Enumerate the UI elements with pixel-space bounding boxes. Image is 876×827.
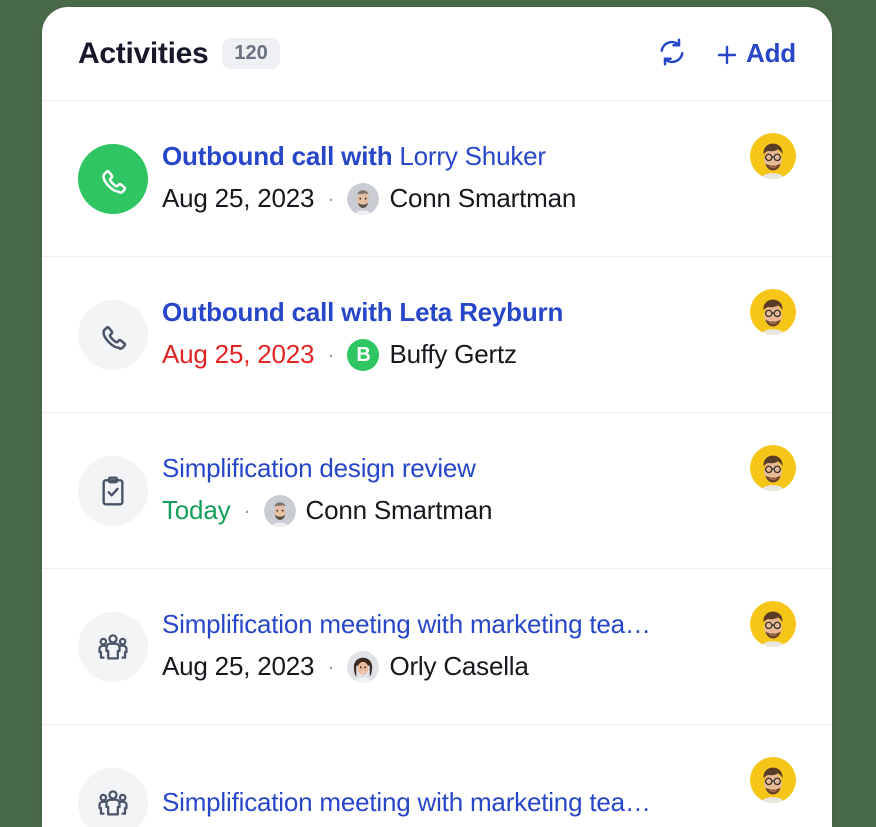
activity-date: Aug 25, 2023 <box>162 651 314 682</box>
activity-assignee[interactable]: Conn Smartman <box>347 183 576 215</box>
assignee-name: Orly Casella <box>389 651 528 682</box>
activity-type-icon-circle <box>78 456 148 526</box>
card-header: Activities 120 <box>42 7 832 101</box>
activity-type-icon-circle <box>78 300 148 370</box>
activity-row[interactable]: Outbound call with Lorry Shuker Aug 25, 2… <box>42 101 832 257</box>
activity-assignee[interactable]: Orly Casella <box>347 651 528 683</box>
activity-owner-avatar[interactable] <box>750 757 796 803</box>
activity-assignee[interactable]: Conn Smartman <box>264 495 493 527</box>
header-actions: Add <box>655 37 796 71</box>
activities-card: Activities 120 <box>42 7 832 827</box>
initial-avatar-b: B <box>347 339 379 371</box>
activity-title[interactable]: Outbound call with Leta Reyburn <box>162 298 732 328</box>
refresh-icon <box>657 37 687 70</box>
group-meeting-icon <box>96 786 130 820</box>
activity-date: Aug 25, 2023 <box>162 339 314 370</box>
photo-avatar-orly-casella <box>347 651 379 683</box>
meta-separator: · <box>327 344 334 366</box>
activity-meta: Aug 25, 2023 · Orly Casella <box>162 651 732 683</box>
activity-title[interactable]: Simplification meeting with marketing te… <box>162 788 732 818</box>
group-meeting-icon <box>96 630 130 664</box>
meta-separator: · <box>327 188 334 210</box>
activity-date: Aug 25, 2023 <box>162 183 314 214</box>
activity-title-strong: Outbound call with Leta Reyburn <box>162 298 563 327</box>
assignee-name: Conn Smartman <box>306 495 493 526</box>
phone-call-icon <box>96 162 130 196</box>
assignee-name: Buffy Gertz <box>389 339 516 370</box>
activity-row[interactable]: Simplification meeting with marketing te… <box>42 569 832 725</box>
activity-row-body: Simplification design review Today · Conn S… <box>162 454 732 527</box>
activity-title-subject: Simplification meeting with marketing te… <box>162 610 651 639</box>
activity-type-icon-circle <box>78 768 148 827</box>
activity-title[interactable]: Simplification meeting with marketing te… <box>162 610 732 640</box>
activity-title[interactable]: Simplification design review <box>162 454 732 484</box>
task-clipboard-icon <box>97 475 129 507</box>
activities-count-badge: 120 <box>222 38 279 69</box>
header-left-group: Activities 120 <box>78 37 655 71</box>
activity-list: Outbound call with Lorry Shuker Aug 25, 2… <box>42 101 832 827</box>
activity-owner-avatar[interactable] <box>750 601 796 647</box>
add-button-label: Add <box>746 38 796 69</box>
activity-type-icon-circle <box>78 612 148 682</box>
activity-owner-avatar[interactable] <box>750 289 796 335</box>
plus-icon <box>715 43 737 65</box>
assignee-name: Conn Smartman <box>389 183 576 214</box>
activity-title-subject: Simplification design review <box>162 454 476 483</box>
add-activity-button[interactable]: Add <box>715 38 796 69</box>
activity-row[interactable]: Simplification design review Today · Conn S… <box>42 413 832 569</box>
activity-assignee[interactable]: B Buffy Gertz <box>347 339 516 371</box>
page-title: Activities <box>78 37 208 71</box>
photo-avatar-conn-smartman <box>347 183 379 215</box>
activity-type-icon-circle <box>78 144 148 214</box>
phone-call-icon <box>96 318 130 352</box>
activity-date: Today <box>162 495 230 526</box>
activity-row-body: Outbound call with Leta Reyburn Aug 25, 2… <box>162 298 732 371</box>
activity-title-strong: Outbound call with <box>162 142 399 171</box>
activity-title[interactable]: Outbound call with Lorry Shuker <box>162 142 732 172</box>
activity-meta: Aug 25, 2023 · B Buffy Gertz <box>162 339 732 371</box>
activity-row[interactable]: Outbound call with Leta Reyburn Aug 25, 2… <box>42 257 832 413</box>
photo-avatar-conn-smartman <box>264 495 296 527</box>
activity-owner-avatar[interactable] <box>750 445 796 491</box>
refresh-button[interactable] <box>655 37 689 71</box>
activity-row-body: Outbound call with Lorry Shuker Aug 25, 2… <box>162 142 732 215</box>
activity-row-body: Simplification meeting with marketing te… <box>162 610 732 683</box>
activity-owner-avatar[interactable] <box>750 133 796 179</box>
activity-title-subject: Simplification meeting with marketing te… <box>162 788 651 817</box>
activity-row-body: Simplification meeting with marketing te… <box>162 788 732 818</box>
activity-meta: Aug 25, 2023 · Conn Smartman <box>162 183 732 215</box>
meta-separator: · <box>243 500 250 522</box>
meta-separator: · <box>327 656 334 678</box>
activity-row[interactable]: Simplification meeting with marketing te… <box>42 725 832 827</box>
activity-meta: Today · Conn Smartman <box>162 495 732 527</box>
activity-title-subject: Lorry Shuker <box>399 142 545 171</box>
